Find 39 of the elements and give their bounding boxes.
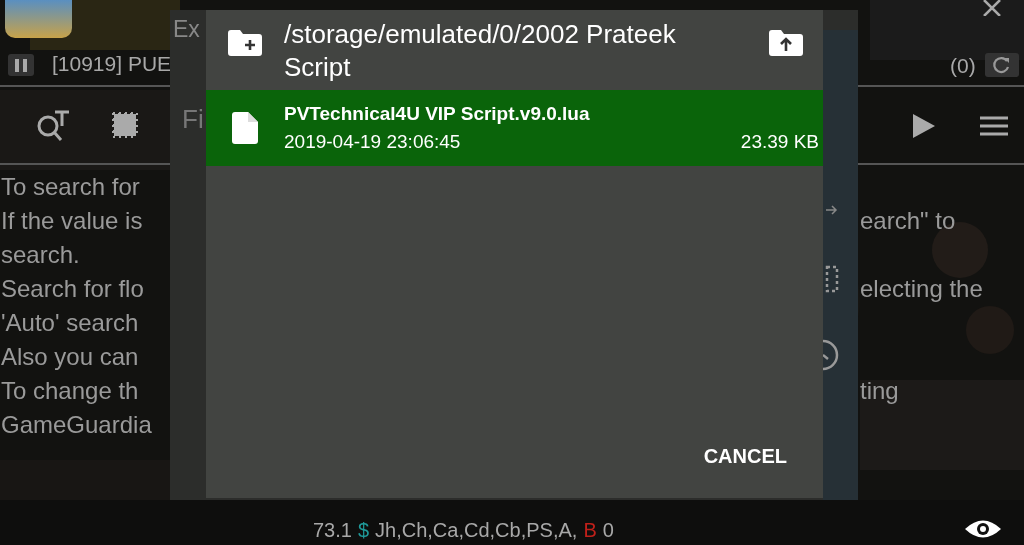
help-text-line: Search for flo xyxy=(1,274,144,304)
selection-icon[interactable] xyxy=(825,265,839,293)
play-icon[interactable] xyxy=(913,114,935,138)
status-text: B xyxy=(583,519,597,542)
selection-icon[interactable] xyxy=(110,110,140,140)
file-icon xyxy=(232,112,258,144)
search-text-icon[interactable] xyxy=(35,108,71,144)
help-text-line: earch" to xyxy=(860,206,956,236)
eye-icon[interactable] xyxy=(965,518,1001,540)
help-text-line: Also you can xyxy=(1,342,139,372)
close-icon[interactable] xyxy=(982,0,1002,16)
file-name: PVTechnical4U VIP Script.v9.0.lua xyxy=(284,103,591,125)
file-row[interactable]: PVTechnical4U VIP Script.v9.0.lua 2019-04-19 23:06:45 23.39 KB xyxy=(206,90,823,166)
arrow-icon xyxy=(826,205,838,215)
help-text-line: 'Auto' search xyxy=(1,308,139,338)
pause-button[interactable] xyxy=(8,54,34,76)
dialog-title: Ex xyxy=(173,16,200,43)
status-text: 0 xyxy=(602,519,614,542)
file-size: 23.39 KB xyxy=(740,131,819,153)
folder-path: /storage/emulated/0/2002 Prateek Script xyxy=(284,18,677,84)
help-text-line: To search for xyxy=(1,172,140,202)
help-text-line: GameGuardia xyxy=(1,410,152,440)
refresh-icon[interactable] xyxy=(985,53,1019,77)
help-text-line: ting xyxy=(860,376,899,406)
field-label: Fi xyxy=(182,104,204,135)
cancel-button[interactable]: CANCEL xyxy=(695,441,795,472)
help-text-line: search. xyxy=(1,240,80,270)
new-folder-icon[interactable] xyxy=(228,30,262,56)
menu-icon[interactable] xyxy=(980,116,1008,136)
status-text: Jh,Ch,Ca,Cd,Cb,PS,A, xyxy=(375,519,578,542)
status-text: $ xyxy=(357,519,370,542)
file-date: 2019-04-19 23:06:45 xyxy=(284,131,461,153)
parent-folder-icon[interactable] xyxy=(769,30,803,56)
result-count: (0) xyxy=(950,54,976,78)
help-text-line: electing the xyxy=(860,274,983,304)
process-label: [10919] PUE xyxy=(52,52,172,76)
status-text: 73.1 xyxy=(313,519,352,542)
help-text-line: To change th xyxy=(1,376,139,406)
help-text-line: If the value is xyxy=(1,206,143,236)
